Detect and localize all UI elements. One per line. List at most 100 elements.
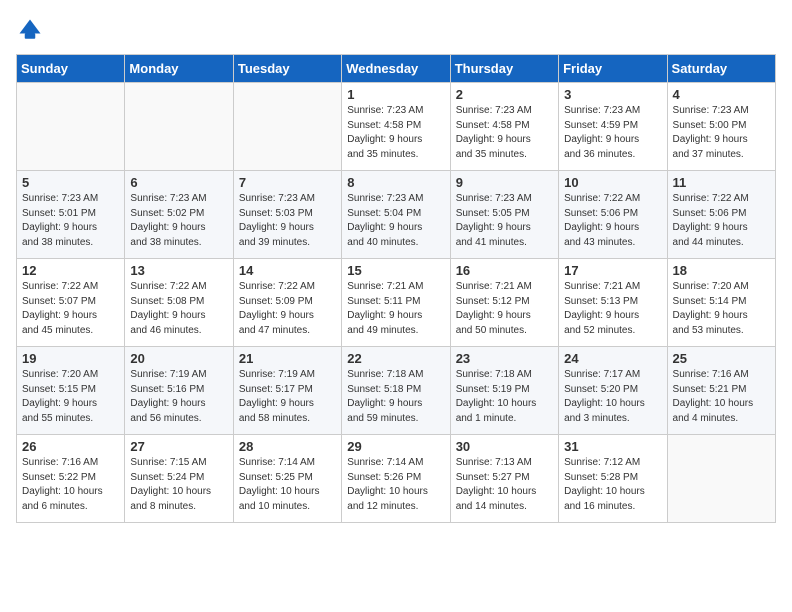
day-number: 17	[564, 263, 661, 278]
day-info: Sunrise: 7:23 AM Sunset: 5:01 PM Dayligh…	[22, 192, 119, 250]
weekday-header-thursday: Thursday	[450, 55, 558, 83]
day-number: 23	[456, 351, 553, 366]
weekday-header-friday: Friday	[559, 55, 667, 83]
day-number: 7	[239, 175, 336, 190]
day-info: Sunrise: 7:12 AM Sunset: 5:28 PM Dayligh…	[564, 456, 661, 514]
week-row-2: 5 Sunrise: 7:23 AM Sunset: 5:01 PM Daylig…	[17, 171, 776, 259]
day-cell-30: 30 Sunrise: 7:13 AM Sunset: 5:27 PM Dayli…	[450, 435, 558, 523]
day-info: Sunrise: 7:23 AM Sunset: 5:04 PM Dayligh…	[347, 192, 444, 250]
day-info: Sunrise: 7:21 AM Sunset: 5:11 PM Dayligh…	[347, 280, 444, 338]
day-info: Sunrise: 7:18 AM Sunset: 5:18 PM Dayligh…	[347, 368, 444, 426]
day-info: Sunrise: 7:23 AM Sunset: 5:05 PM Dayligh…	[456, 192, 553, 250]
day-number: 5	[22, 175, 119, 190]
day-number: 11	[673, 175, 770, 190]
day-number: 12	[22, 263, 119, 278]
day-number: 21	[239, 351, 336, 366]
day-number: 2	[456, 87, 553, 102]
day-info: Sunrise: 7:18 AM Sunset: 5:19 PM Dayligh…	[456, 368, 553, 426]
weekday-header-row: SundayMondayTuesdayWednesdayThursdayFrid…	[17, 55, 776, 83]
weekday-header-wednesday: Wednesday	[342, 55, 450, 83]
day-number: 29	[347, 439, 444, 454]
day-info: Sunrise: 7:23 AM Sunset: 4:58 PM Dayligh…	[347, 104, 444, 162]
day-number: 10	[564, 175, 661, 190]
day-info: Sunrise: 7:19 AM Sunset: 5:16 PM Dayligh…	[130, 368, 227, 426]
day-cell-11: 11 Sunrise: 7:22 AM Sunset: 5:06 PM Dayli…	[667, 171, 775, 259]
day-number: 31	[564, 439, 661, 454]
day-number: 9	[456, 175, 553, 190]
day-cell-9: 9 Sunrise: 7:23 AM Sunset: 5:05 PM Daylig…	[450, 171, 558, 259]
logo-icon	[16, 16, 44, 44]
day-number: 4	[673, 87, 770, 102]
day-cell-31: 31 Sunrise: 7:12 AM Sunset: 5:28 PM Dayli…	[559, 435, 667, 523]
page-header	[16, 16, 776, 44]
day-cell-16: 16 Sunrise: 7:21 AM Sunset: 5:12 PM Dayli…	[450, 259, 558, 347]
day-number: 1	[347, 87, 444, 102]
day-number: 20	[130, 351, 227, 366]
day-info: Sunrise: 7:22 AM Sunset: 5:06 PM Dayligh…	[564, 192, 661, 250]
day-cell-21: 21 Sunrise: 7:19 AM Sunset: 5:17 PM Dayli…	[233, 347, 341, 435]
day-cell-29: 29 Sunrise: 7:14 AM Sunset: 5:26 PM Dayli…	[342, 435, 450, 523]
day-info: Sunrise: 7:16 AM Sunset: 5:21 PM Dayligh…	[673, 368, 770, 426]
empty-cell	[17, 83, 125, 171]
day-cell-2: 2 Sunrise: 7:23 AM Sunset: 4:58 PM Daylig…	[450, 83, 558, 171]
week-row-4: 19 Sunrise: 7:20 AM Sunset: 5:15 PM Dayli…	[17, 347, 776, 435]
day-number: 30	[456, 439, 553, 454]
day-cell-28: 28 Sunrise: 7:14 AM Sunset: 5:25 PM Dayli…	[233, 435, 341, 523]
weekday-header-tuesday: Tuesday	[233, 55, 341, 83]
day-cell-13: 13Sunrise: 7:22 AM Sunset: 5:08 PM Dayli…	[125, 259, 233, 347]
empty-cell	[125, 83, 233, 171]
day-info: Sunrise: 7:22 AM Sunset: 5:06 PM Dayligh…	[673, 192, 770, 250]
day-cell-17: 17Sunrise: 7:21 AM Sunset: 5:13 PM Dayli…	[559, 259, 667, 347]
empty-cell	[667, 435, 775, 523]
day-cell-20: 20 Sunrise: 7:19 AM Sunset: 5:16 PM Dayli…	[125, 347, 233, 435]
day-info: Sunrise: 7:21 AM Sunset: 5:12 PM Dayligh…	[456, 280, 553, 338]
day-info: Sunrise: 7:14 AM Sunset: 5:25 PM Dayligh…	[239, 456, 336, 514]
day-number: 15	[347, 263, 444, 278]
day-cell-7: 7 Sunrise: 7:23 AM Sunset: 5:03 PM Daylig…	[233, 171, 341, 259]
day-info: Sunrise: 7:16 AM Sunset: 5:22 PM Dayligh…	[22, 456, 119, 514]
day-info: Sunrise: 7:13 AM Sunset: 5:27 PM Dayligh…	[456, 456, 553, 514]
day-info: Sunrise: 7:15 AM Sunset: 5:24 PM Dayligh…	[130, 456, 227, 514]
day-cell-8: 8Sunrise: 7:23 AM Sunset: 5:04 PM Daylig…	[342, 171, 450, 259]
day-info: Sunrise: 7:19 AM Sunset: 5:17 PM Dayligh…	[239, 368, 336, 426]
day-cell-1: 1 Sunrise: 7:23 AM Sunset: 4:58 PM Daylig…	[342, 83, 450, 171]
day-cell-26: 26Sunrise: 7:16 AM Sunset: 5:22 PM Dayli…	[17, 435, 125, 523]
day-cell-22: 22Sunrise: 7:18 AM Sunset: 5:18 PM Dayli…	[342, 347, 450, 435]
day-cell-25: 25 Sunrise: 7:16 AM Sunset: 5:21 PM Dayli…	[667, 347, 775, 435]
day-number: 18	[673, 263, 770, 278]
day-cell-23: 23 Sunrise: 7:18 AM Sunset: 5:19 PM Dayli…	[450, 347, 558, 435]
day-info: Sunrise: 7:23 AM Sunset: 4:58 PM Dayligh…	[456, 104, 553, 162]
empty-cell	[233, 83, 341, 171]
day-info: Sunrise: 7:23 AM Sunset: 5:00 PM Dayligh…	[673, 104, 770, 162]
day-info: Sunrise: 7:20 AM Sunset: 5:15 PM Dayligh…	[22, 368, 119, 426]
day-cell-4: 4 Sunrise: 7:23 AM Sunset: 5:00 PM Daylig…	[667, 83, 775, 171]
week-row-5: 26Sunrise: 7:16 AM Sunset: 5:22 PM Dayli…	[17, 435, 776, 523]
day-number: 25	[673, 351, 770, 366]
day-number: 28	[239, 439, 336, 454]
day-info: Sunrise: 7:22 AM Sunset: 5:07 PM Dayligh…	[22, 280, 119, 338]
day-info: Sunrise: 7:22 AM Sunset: 5:09 PM Dayligh…	[239, 280, 336, 338]
day-cell-15: 15 Sunrise: 7:21 AM Sunset: 5:11 PM Dayli…	[342, 259, 450, 347]
day-number: 3	[564, 87, 661, 102]
day-info: Sunrise: 7:23 AM Sunset: 5:03 PM Dayligh…	[239, 192, 336, 250]
day-number: 13	[130, 263, 227, 278]
logo	[16, 16, 48, 44]
day-cell-27: 27 Sunrise: 7:15 AM Sunset: 5:24 PM Dayli…	[125, 435, 233, 523]
weekday-header-sunday: Sunday	[17, 55, 125, 83]
day-cell-10: 10 Sunrise: 7:22 AM Sunset: 5:06 PM Dayli…	[559, 171, 667, 259]
day-info: Sunrise: 7:20 AM Sunset: 5:14 PM Dayligh…	[673, 280, 770, 338]
day-cell-18: 18 Sunrise: 7:20 AM Sunset: 5:14 PM Dayli…	[667, 259, 775, 347]
day-number: 16	[456, 263, 553, 278]
day-info: Sunrise: 7:23 AM Sunset: 4:59 PM Dayligh…	[564, 104, 661, 162]
weekday-header-monday: Monday	[125, 55, 233, 83]
weekday-header-saturday: Saturday	[667, 55, 775, 83]
day-number: 14	[239, 263, 336, 278]
day-number: 27	[130, 439, 227, 454]
day-number: 19	[22, 351, 119, 366]
day-cell-5: 5 Sunrise: 7:23 AM Sunset: 5:01 PM Daylig…	[17, 171, 125, 259]
day-cell-12: 12 Sunrise: 7:22 AM Sunset: 5:07 PM Dayli…	[17, 259, 125, 347]
day-info: Sunrise: 7:14 AM Sunset: 5:26 PM Dayligh…	[347, 456, 444, 514]
day-number: 6	[130, 175, 227, 190]
week-row-1: 1 Sunrise: 7:23 AM Sunset: 4:58 PM Daylig…	[17, 83, 776, 171]
day-number: 24	[564, 351, 661, 366]
